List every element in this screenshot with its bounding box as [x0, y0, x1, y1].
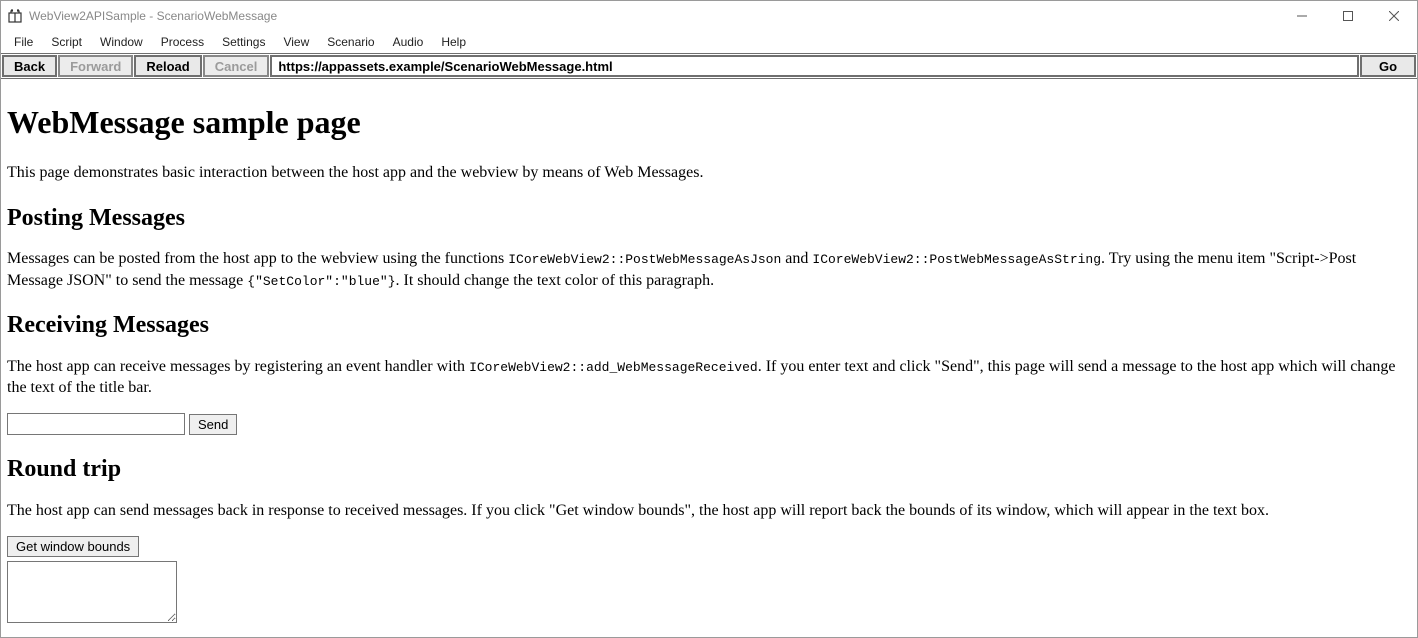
code-poststring: ICoreWebView2::PostWebMessageAsString: [812, 252, 1101, 267]
menu-view[interactable]: View: [274, 33, 318, 51]
window-controls: [1279, 1, 1417, 31]
posting-text-2: and: [781, 250, 812, 267]
roundtrip-heading: Round trip: [7, 453, 1411, 485]
posting-text-1: Messages can be posted from the host app…: [7, 250, 508, 267]
app-icon: [7, 8, 23, 24]
title-bar: WebView2APISample - ScenarioWebMessage: [1, 1, 1417, 31]
receiving-heading: Receiving Messages: [7, 309, 1411, 341]
menu-scenario[interactable]: Scenario: [318, 33, 383, 51]
menu-bar: File Script Window Process Settings View…: [1, 31, 1417, 53]
message-input[interactable]: [7, 413, 185, 435]
receiving-paragraph: The host app can receive messages by reg…: [7, 356, 1411, 399]
forward-button[interactable]: Forward: [58, 55, 133, 77]
close-button[interactable]: [1371, 1, 1417, 31]
menu-settings[interactable]: Settings: [213, 33, 274, 51]
app-window: WebView2APISample - ScenarioWebMessage F…: [0, 0, 1418, 638]
menu-file[interactable]: File: [5, 33, 42, 51]
minimize-button[interactable]: [1279, 1, 1325, 31]
cancel-button[interactable]: Cancel: [203, 55, 270, 77]
roundtrip-paragraph: The host app can send messages back in r…: [7, 500, 1411, 522]
menu-script[interactable]: Script: [42, 33, 91, 51]
page-title: WebMessage sample page: [7, 101, 1411, 144]
reload-button[interactable]: Reload: [134, 55, 201, 77]
menu-audio[interactable]: Audio: [384, 33, 433, 51]
window-title: WebView2APISample - ScenarioWebMessage: [29, 9, 277, 23]
code-setcolor: {"SetColor":"blue"}: [247, 274, 395, 289]
back-button[interactable]: Back: [2, 55, 57, 77]
posting-paragraph: Messages can be posted from the host app…: [7, 248, 1411, 291]
intro-text: This page demonstrates basic interaction…: [7, 162, 1411, 184]
menu-help[interactable]: Help: [432, 33, 475, 51]
receiving-text-1: The host app can receive messages by reg…: [7, 358, 469, 375]
menu-window[interactable]: Window: [91, 33, 152, 51]
posting-text-4: . It should change the text color of thi…: [396, 272, 715, 289]
code-addreceived: ICoreWebView2::add_WebMessageReceived: [469, 360, 758, 375]
get-window-bounds-button[interactable]: Get window bounds: [7, 536, 139, 557]
nav-toolbar: Back Forward Reload Cancel Go: [1, 53, 1417, 79]
webview-content: WebMessage sample page This page demonst…: [1, 79, 1417, 637]
maximize-button[interactable]: [1325, 1, 1371, 31]
menu-process[interactable]: Process: [152, 33, 213, 51]
address-input[interactable]: [270, 55, 1359, 77]
posting-heading: Posting Messages: [7, 202, 1411, 234]
send-row: Send: [7, 413, 1411, 435]
send-button[interactable]: Send: [189, 414, 237, 435]
go-button[interactable]: Go: [1360, 55, 1416, 77]
code-postjson: ICoreWebView2::PostWebMessageAsJson: [508, 252, 781, 267]
bounds-output[interactable]: [7, 561, 177, 623]
